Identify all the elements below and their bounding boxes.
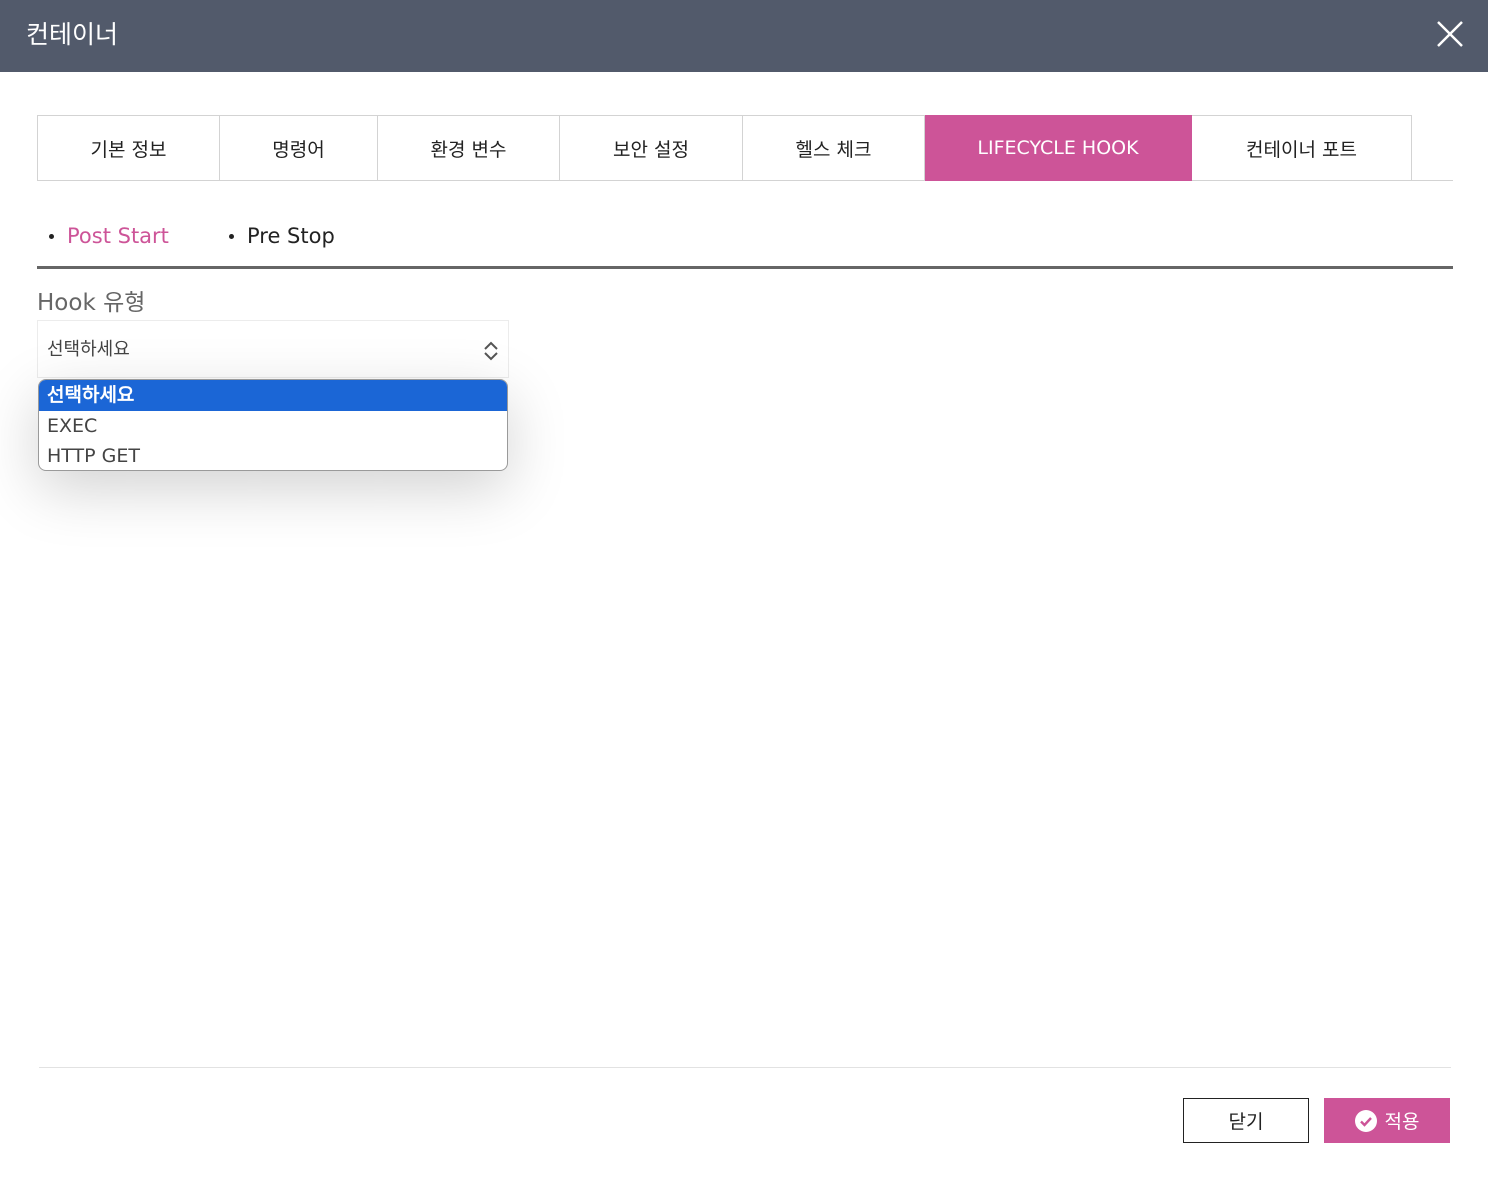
footer-divider	[39, 1067, 1451, 1068]
close-icon[interactable]	[1432, 16, 1468, 52]
tab-lifecycle-hook[interactable]: LIFECYCLE HOOK	[925, 115, 1192, 181]
tab-label: 헬스 체크	[795, 138, 872, 161]
dialog-title: 컨테이너	[26, 20, 119, 49]
apply-button-label: 적용	[1384, 1111, 1420, 1133]
tab-label: 명령어	[272, 138, 325, 161]
subtab-label: Post Start	[67, 224, 169, 248]
option-http-get[interactable]: HTTP GET	[39, 441, 507, 470]
subtab-post-start[interactable]: Post Start	[47, 216, 187, 256]
tab-env-vars[interactable]: 환경 변수	[378, 115, 560, 181]
tab-command[interactable]: 명령어	[220, 115, 378, 181]
tab-baseline	[1411, 180, 1453, 181]
bullet-icon	[49, 234, 54, 239]
tab-label: 컨테이너 포트	[1246, 138, 1357, 161]
tab-label: 보안 설정	[613, 138, 689, 161]
tab-basic-info[interactable]: 기본 정보	[37, 115, 220, 181]
tab-label: 환경 변수	[430, 138, 507, 161]
apply-button[interactable]: 적용	[1324, 1098, 1450, 1143]
dialog-header: 컨테이너	[0, 0, 1488, 72]
subtab-divider	[37, 266, 1453, 269]
tab-security[interactable]: 보안 설정	[560, 115, 743, 181]
tab-label: LIFECYCLE HOOK	[977, 137, 1139, 159]
select-arrows-icon	[484, 341, 498, 361]
tab-bar: 기본 정보 명령어 환경 변수 보안 설정 헬스 체크 LIFECYCLE HO…	[37, 115, 1412, 181]
subtab-pre-stop[interactable]: Pre Stop	[227, 216, 357, 256]
hook-type-dropdown: 선택하세요 EXEC HTTP GET	[38, 379, 508, 471]
option-select-prompt[interactable]: 선택하세요	[39, 380, 507, 411]
subtab-label: Pre Stop	[247, 224, 335, 248]
close-button-label: 닫기	[1228, 1111, 1264, 1133]
bullet-icon	[229, 234, 234, 239]
check-circle-icon	[1354, 1109, 1377, 1132]
select-value: 선택하세요	[47, 339, 130, 360]
tab-health-check[interactable]: 헬스 체크	[743, 115, 925, 181]
option-exec[interactable]: EXEC	[39, 411, 507, 441]
hook-type-select[interactable]: 선택하세요	[37, 320, 509, 378]
close-button[interactable]: 닫기	[1183, 1098, 1309, 1143]
tab-label: 기본 정보	[90, 138, 167, 161]
tab-container-port[interactable]: 컨테이너 포트	[1192, 115, 1412, 181]
hook-type-label: Hook 유형	[37, 290, 146, 316]
